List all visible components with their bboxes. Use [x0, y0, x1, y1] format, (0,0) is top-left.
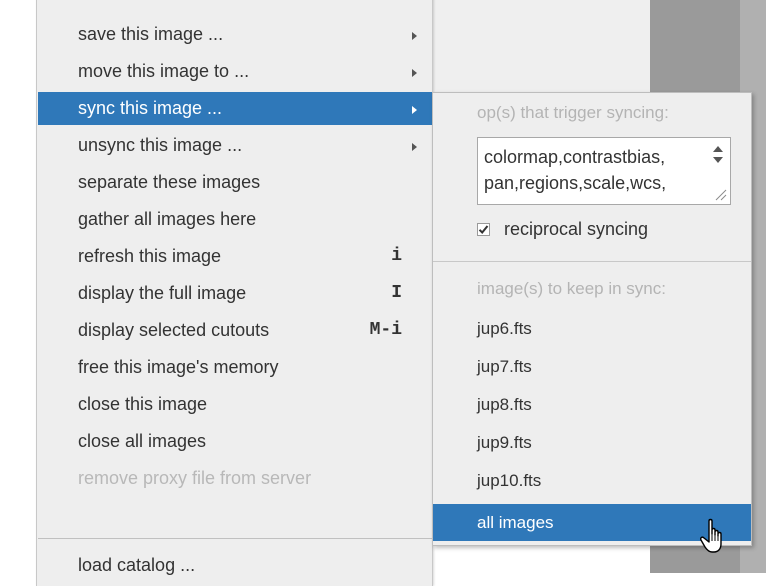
sync-image-item[interactable]: jup6.fts: [433, 310, 751, 347]
checkbox-checked-icon[interactable]: [477, 223, 490, 236]
submenu-divider: [433, 261, 751, 262]
menu-item-label: free this image's memory: [78, 357, 279, 377]
menu-item-label: display the full image: [78, 283, 247, 303]
sync-image-label: jup10.fts: [477, 471, 542, 490]
sync-all-images-label: all images: [477, 513, 554, 532]
images-header: image(s) to keep in sync:: [477, 279, 666, 298]
resize-grip-icon[interactable]: [715, 189, 727, 201]
reciprocal-syncing-option[interactable]: reciprocal syncing: [477, 217, 648, 241]
menu-item-label: save this image ...: [78, 24, 224, 44]
chevron-right-icon: [412, 32, 417, 40]
menu-item-gather-images[interactable]: gather all images here: [38, 203, 432, 236]
menu-item-display-selected-cutouts[interactable]: display selected cutouts M-i: [38, 314, 432, 347]
sync-image-item[interactable]: jup10.fts: [433, 462, 751, 499]
chevron-right-icon: [412, 143, 417, 151]
menu-item-shortcut: M-i: [369, 320, 402, 340]
sync-image-item[interactable]: jup9.fts: [433, 424, 751, 461]
menu-item-label: close this image: [78, 394, 208, 414]
menu-item-label: refresh this image: [78, 246, 222, 266]
menu-item-close-all-images[interactable]: close all images: [38, 425, 432, 458]
hand-pointer-icon: [700, 518, 722, 553]
menu-item-label: display selected cutouts: [78, 320, 270, 340]
menu-item-free-memory[interactable]: free this image's memory: [38, 351, 432, 384]
menu-item-close-image[interactable]: close this image: [38, 388, 432, 421]
sync-image-label: jup7.fts: [477, 357, 532, 376]
menu-item-shortcut: i: [391, 246, 402, 266]
menu-item-unsync-image[interactable]: unsync this image ...: [38, 129, 432, 162]
sync-submenu: op(s) that trigger syncing: colormap,con…: [432, 92, 752, 546]
sync-image-label: jup8.fts: [477, 395, 532, 414]
ops-line: pan,regions,scale,wcs,: [484, 173, 667, 193]
chevron-right-icon: [412, 69, 417, 77]
menu-item-display-full-image[interactable]: display the full image I: [38, 277, 432, 310]
sync-image-label: jup9.fts: [477, 433, 532, 452]
background-light-panel: [432, 0, 650, 92]
menu-item-label: separate these images: [78, 172, 261, 192]
reciprocal-syncing-label: reciprocal syncing: [504, 219, 649, 239]
menu-item-move-image[interactable]: move this image to ...: [38, 55, 432, 88]
menu-item-remove-proxy-file: remove proxy file from server: [38, 462, 432, 495]
menu-item-sync-image[interactable]: sync this image ...: [38, 92, 432, 125]
chevron-right-icon: [412, 106, 417, 114]
menu-item-shortcut: I: [391, 283, 402, 303]
menu-item-save-image[interactable]: save this image ...: [38, 18, 432, 51]
menu-item-label: unsync this image ...: [78, 135, 243, 155]
menu-item-label: sync this image ...: [78, 98, 223, 118]
menu-divider: [38, 538, 432, 539]
ops-line: colormap,contrastbias,: [484, 147, 666, 167]
context-menu: save this image ... move this image to .…: [36, 0, 433, 586]
menu-item-label: move this image to ...: [78, 61, 250, 81]
menu-item-separate-images[interactable]: separate these images: [38, 166, 432, 199]
menu-item-label: close all images: [78, 431, 207, 451]
sync-image-item[interactable]: jup8.fts: [433, 386, 751, 423]
ops-header: op(s) that trigger syncing:: [477, 103, 669, 122]
menu-item-label: gather all images here: [78, 209, 257, 229]
menu-item-load-catalog[interactable]: load catalog ...: [38, 549, 432, 582]
sync-image-label: jup6.fts: [477, 319, 532, 338]
menu-item-label: remove proxy file from server: [78, 468, 312, 488]
menu-item-label: load catalog ...: [78, 555, 196, 575]
menu-item-refresh-image[interactable]: refresh this image i: [38, 240, 432, 273]
sync-ops-select[interactable]: colormap,contrastbias, pan,regions,scale…: [477, 137, 731, 205]
spinner-arrows-icon[interactable]: [712, 146, 724, 166]
sync-image-item[interactable]: jup7.fts: [433, 348, 751, 385]
